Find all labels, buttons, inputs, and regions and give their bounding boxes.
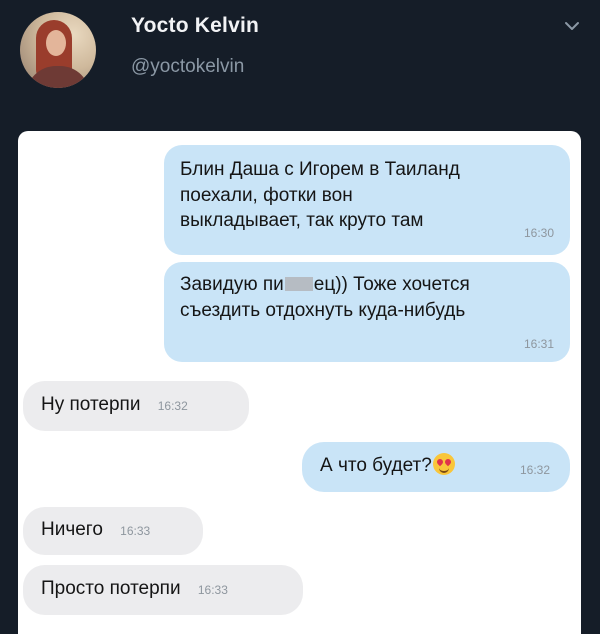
message-time: 16:33 [120, 524, 151, 538]
message-time: 16:33 [197, 583, 228, 597]
user-handle[interactable]: @yoctokelvin [131, 56, 244, 78]
message-text: А что будет? [320, 455, 432, 476]
message-text: Ну потерпи [41, 394, 141, 415]
message-bubble-incoming: Ничего 16:33 [23, 507, 203, 555]
message-bubble-incoming: Просто потерпи 16:33 [23, 565, 303, 615]
message-text: Ничего [41, 519, 103, 540]
message-bubble-outgoing: А что будет? 16:32 [302, 442, 570, 492]
censored-block [284, 277, 313, 291]
chat-screenshot: Блин Даша с Игорем в Таиланд поехали, фо… [18, 131, 581, 634]
message-time: 16:31 [523, 336, 554, 351]
message-bubble-incoming: Ну потерпи 16:32 [23, 381, 249, 431]
chevron-down-icon[interactable] [562, 16, 582, 36]
avatar-face [46, 30, 66, 56]
message-bubble-outgoing: Блин Даша с Игорем в Таиланд поехали, фо… [164, 145, 570, 255]
message-text: Просто потерпи [41, 578, 181, 599]
message-time: 16:32 [157, 399, 188, 413]
message-time: 16:32 [519, 463, 550, 477]
display-name[interactable]: Yocto Kelvin [131, 14, 259, 38]
message-bubble-outgoing: Завидую пи ец)) Тоже хочется съездить отд… [164, 262, 570, 362]
message-text: Блин Даша с Игорем в Таиланд поехали, фо… [180, 159, 460, 232]
tweet-header: Yocto Kelvin @yoctokelvin [0, 0, 600, 130]
avatar[interactable] [20, 12, 96, 88]
message-text: Завидую пи ец)) Тоже хочется съездить отд… [180, 274, 470, 321]
heart-eyes-emoji-icon [432, 453, 455, 475]
message-time: 16:30 [523, 225, 554, 240]
